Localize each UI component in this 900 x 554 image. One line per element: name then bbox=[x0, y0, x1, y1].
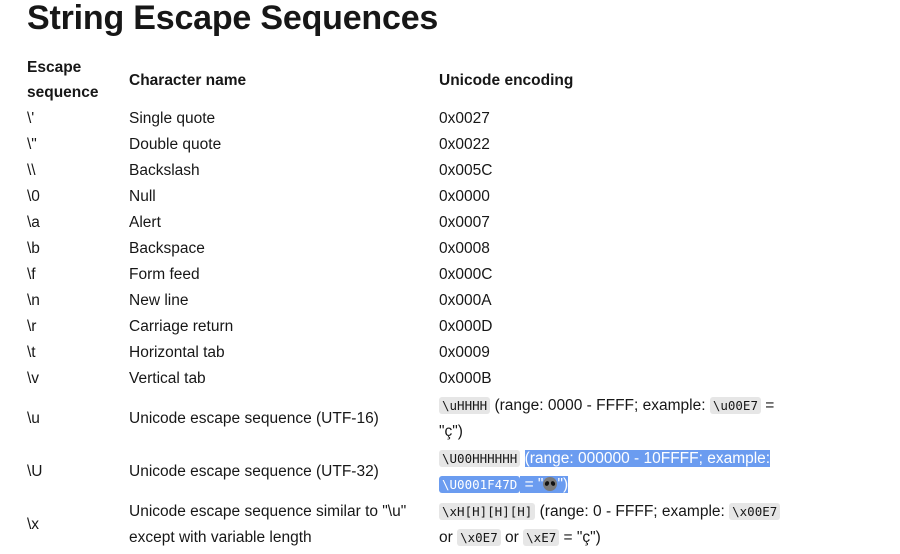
example-text: = "ç") bbox=[559, 528, 601, 546]
name-cell: Unicode escape sequence similar to "\u" … bbox=[129, 502, 407, 546]
escape-cell: \\ bbox=[27, 162, 36, 179]
escape-sequences-table: Escape sequence Character name Unicode e… bbox=[19, 54, 791, 551]
name-cell: Null bbox=[129, 188, 156, 205]
escape-cell: \r bbox=[27, 318, 37, 335]
table-row: \\ Backslash 0x005C bbox=[19, 158, 791, 184]
escape-cell: \x bbox=[27, 515, 40, 533]
table-row: \a Alert 0x0007 bbox=[19, 210, 791, 236]
name-cell: Vertical tab bbox=[129, 370, 206, 387]
selected-range-text[interactable]: (range: 000000 - 10FFFF; example: bbox=[524, 449, 771, 467]
escape-cell: \' bbox=[27, 110, 35, 127]
table-row: \b Backspace 0x0008 bbox=[19, 236, 791, 262]
code-snippet: \uHHHH bbox=[439, 396, 491, 414]
header-escape: Escape sequence bbox=[27, 59, 99, 101]
table-row: \x Unicode escape sequence similar to "\… bbox=[19, 498, 791, 551]
name-cell: Single quote bbox=[129, 110, 216, 127]
escape-cell: \u bbox=[27, 409, 40, 427]
table-row: \r Carriage return 0x000D bbox=[19, 314, 791, 340]
name-cell: Unicode escape sequence (UTF-32) bbox=[129, 462, 379, 480]
encoding-cell: 0x000B bbox=[439, 370, 492, 387]
range-text: (range: 0000 - FFFF; example: bbox=[490, 396, 710, 414]
table-header-row: Escape sequence Character name Unicode e… bbox=[19, 54, 791, 106]
name-cell: Form feed bbox=[129, 266, 200, 283]
or-text: or bbox=[439, 528, 458, 546]
name-cell: Horizontal tab bbox=[129, 344, 225, 361]
page-title: String Escape Sequences bbox=[27, 0, 439, 37]
encoding-cell: 0x0027 bbox=[439, 110, 490, 127]
table-row: \n New line 0x000A bbox=[19, 288, 791, 314]
encoding-cell: \U00HHHHHH (range: 000000 - 10FFFF; exam… bbox=[431, 445, 791, 498]
table-row: \f Form feed 0x000C bbox=[19, 262, 791, 288]
table-row: \U Unicode escape sequence (UTF-32) \U00… bbox=[19, 445, 791, 498]
table-row: \' Single quote 0x0027 bbox=[19, 106, 791, 132]
table-row: \v Vertical tab 0x000B bbox=[19, 366, 791, 392]
table-row: \u Unicode escape sequence (UTF-16) \uHH… bbox=[19, 392, 791, 445]
encoding-cell: 0x0008 bbox=[439, 240, 490, 257]
code-snippet: \u00E7 bbox=[709, 396, 761, 414]
table-row: \t Horizontal tab 0x0009 bbox=[19, 340, 791, 366]
or-text: or bbox=[500, 528, 524, 546]
escape-cell: \" bbox=[27, 136, 37, 153]
escape-cell: \t bbox=[27, 344, 36, 361]
escape-cell: \b bbox=[27, 240, 40, 257]
header-name: Character name bbox=[129, 71, 247, 89]
encoding-cell: 0x0009 bbox=[439, 344, 490, 361]
escape-cell: \0 bbox=[27, 188, 40, 205]
encoding-cell: \xH[H][H][H] (range: 0 - FFFF; example: … bbox=[431, 498, 791, 551]
escape-cell: \v bbox=[27, 370, 40, 387]
name-cell: Backslash bbox=[129, 162, 200, 179]
table-row: \0 Null 0x0000 bbox=[19, 184, 791, 210]
escape-cell: \a bbox=[27, 214, 40, 231]
code-snippet: \x0E7 bbox=[457, 528, 501, 546]
encoding-cell: \uHHHH (range: 0000 - FFFF; example: \u0… bbox=[431, 392, 791, 445]
encoding-cell: 0x000C bbox=[439, 266, 493, 283]
encoding-cell: 0x0000 bbox=[439, 188, 490, 205]
selected-example-text[interactable]: = " ") bbox=[520, 475, 569, 493]
name-cell: Alert bbox=[129, 214, 161, 231]
name-cell: New line bbox=[129, 292, 189, 309]
escape-cell: \f bbox=[27, 266, 36, 283]
name-cell: Backspace bbox=[129, 240, 205, 257]
range-text: (range: 0 - FFFF; example: bbox=[535, 502, 730, 520]
name-cell: Unicode escape sequence (UTF-16) bbox=[129, 409, 379, 427]
encoding-cell: 0x0022 bbox=[439, 136, 490, 153]
name-cell: Carriage return bbox=[129, 318, 234, 335]
encoding-cell: 0x000A bbox=[439, 292, 492, 309]
escape-cell: \U bbox=[27, 462, 43, 480]
code-snippet: \x00E7 bbox=[729, 502, 781, 520]
header-encoding: Unicode encoding bbox=[439, 71, 574, 89]
name-cell: Double quote bbox=[129, 136, 222, 153]
code-snippet: \xH[H][H][H] bbox=[439, 502, 536, 520]
encoding-cell: 0x0007 bbox=[439, 214, 490, 231]
code-snippet: \U00HHHHHH bbox=[439, 449, 521, 467]
table-row: \" Double quote 0x0022 bbox=[19, 132, 791, 158]
code-snippet[interactable]: \U0001F47D bbox=[439, 475, 521, 493]
escape-cell: \n bbox=[27, 292, 40, 309]
encoding-cell: 0x005C bbox=[439, 162, 493, 179]
code-snippet: \xE7 bbox=[523, 528, 560, 546]
encoding-cell: 0x000D bbox=[439, 318, 493, 335]
alien-emoji-icon bbox=[543, 476, 558, 491]
